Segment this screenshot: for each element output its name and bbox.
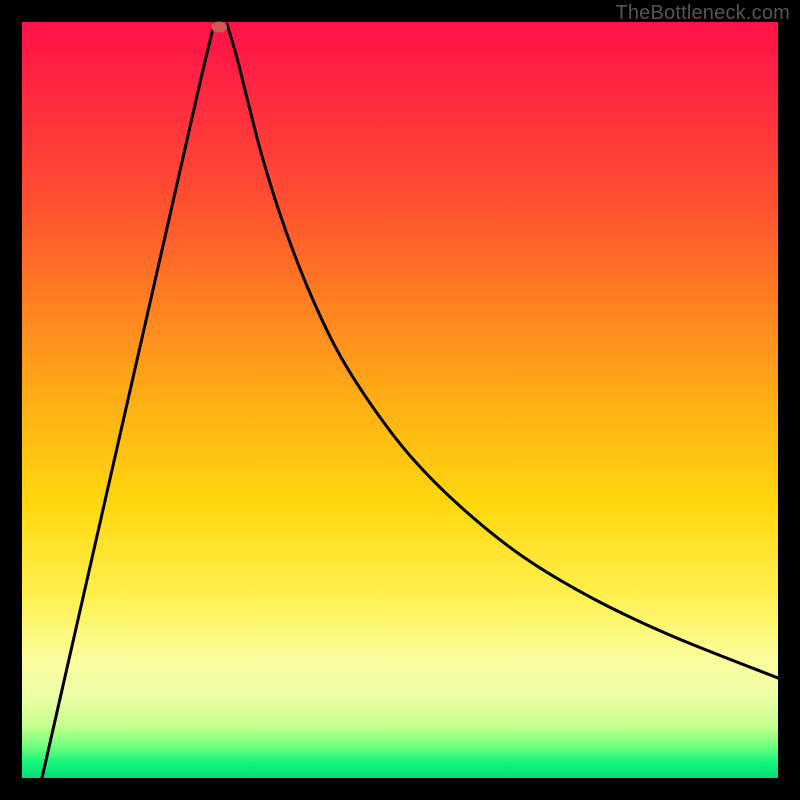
curve-left-branch	[42, 24, 214, 778]
curve-right-branch	[227, 24, 778, 678]
curve-svg	[22, 22, 778, 778]
chart-frame	[22, 22, 778, 778]
watermark-text: TheBottleneck.com	[615, 2, 790, 25]
minimum-marker-dot	[211, 22, 227, 33]
